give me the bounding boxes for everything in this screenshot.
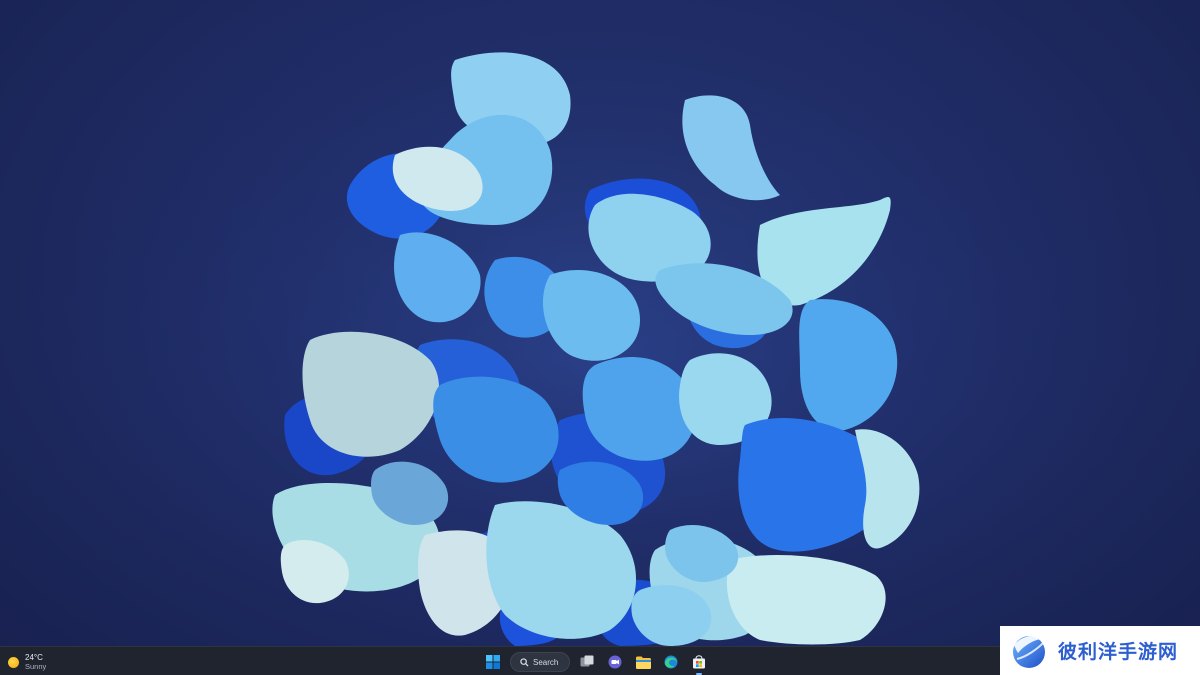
task-view-button[interactable] (576, 651, 598, 673)
chat-button[interactable] (604, 651, 626, 673)
edge-icon (664, 655, 678, 669)
task-view-icon (580, 655, 594, 667)
wallpaper (0, 0, 1200, 646)
weather-condition: Sunny (25, 662, 47, 671)
start-button[interactable] (482, 651, 504, 673)
watermark-text: 彼利洋手游网 (1058, 641, 1179, 663)
search-label: Search (533, 657, 559, 667)
taskbar-center: Search (482, 651, 710, 675)
windows-start-icon (486, 655, 500, 669)
sun-icon (8, 656, 19, 668)
store-icon (693, 655, 705, 669)
search-icon (520, 657, 529, 667)
chat-icon (608, 655, 622, 669)
globe-logo-icon (1013, 634, 1048, 668)
search-input[interactable]: Search (510, 652, 570, 672)
weather-widget[interactable]: 24°C Sunny (8, 651, 46, 673)
microsoft-store-button[interactable] (688, 651, 710, 675)
edge-button[interactable] (660, 651, 682, 673)
folder-icon (635, 656, 651, 669)
weather-temperature: 24°C (25, 653, 43, 662)
watermark: 彼利洋手游网 (1000, 626, 1200, 675)
file-explorer-button[interactable] (632, 651, 654, 673)
